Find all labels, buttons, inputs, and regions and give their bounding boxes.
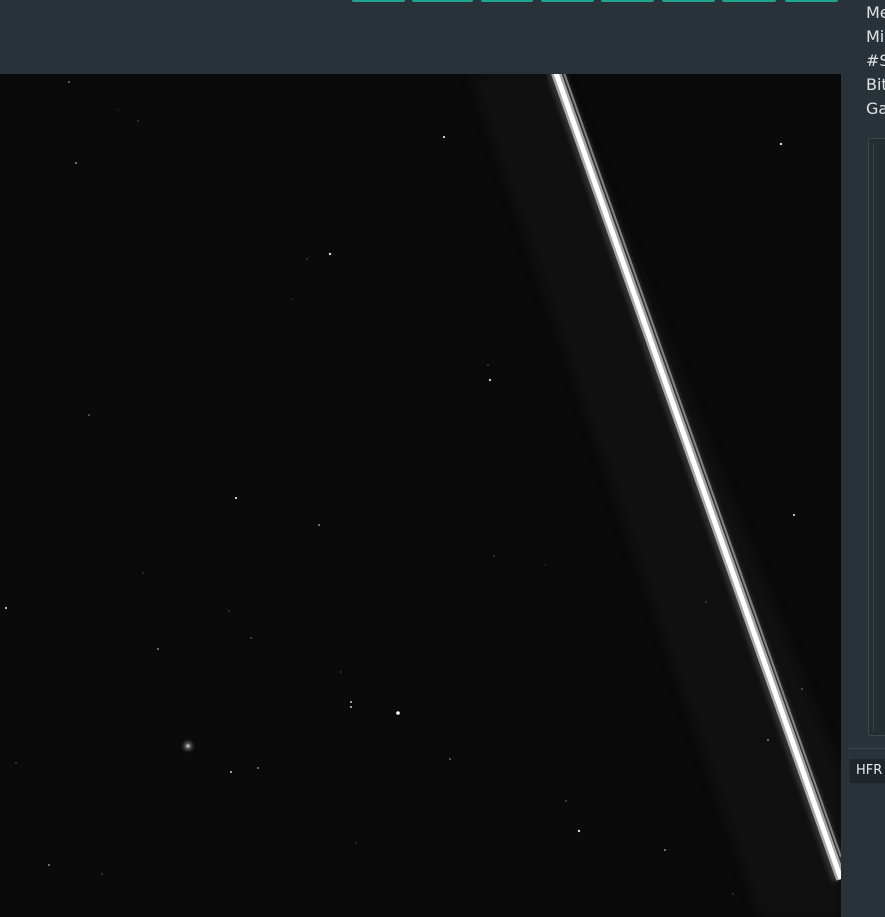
stat-gain-label: Ga (866, 99, 885, 118)
histogram-chart (868, 138, 885, 736)
toolbar-tab-7[interactable] (722, 0, 776, 2)
stat-mean-label: Me (866, 3, 885, 22)
toolbar-tab-8[interactable] (785, 0, 838, 2)
top-toolbar (0, 0, 841, 74)
star-field-image (0, 74, 841, 917)
toolbar-tab-2[interactable] (412, 0, 473, 2)
stat-star-count-label: #S (866, 51, 885, 70)
toolbar-tab-6[interactable] (662, 0, 715, 2)
toolbar-tab-5[interactable] (601, 0, 654, 2)
toolbar-tab-1[interactable] (352, 0, 405, 2)
stat-bit-depth-label: Bit (866, 75, 885, 94)
panel-divider (849, 748, 885, 749)
image-viewer[interactable] (0, 74, 841, 917)
imaging-app: Me Mi #S Bit Ga HFR (0, 0, 885, 917)
hfr-panel (849, 784, 885, 917)
stat-median-label: Mi (866, 27, 885, 46)
toolbar-tab-4[interactable] (541, 0, 594, 2)
histogram-plot-area (873, 143, 885, 731)
tab-hfr[interactable]: HFR (850, 759, 885, 783)
toolbar-tab-3[interactable] (481, 0, 533, 2)
galaxy-smudge (181, 739, 195, 753)
statistics-panel: Me Mi #S Bit Ga HFR (841, 0, 885, 917)
